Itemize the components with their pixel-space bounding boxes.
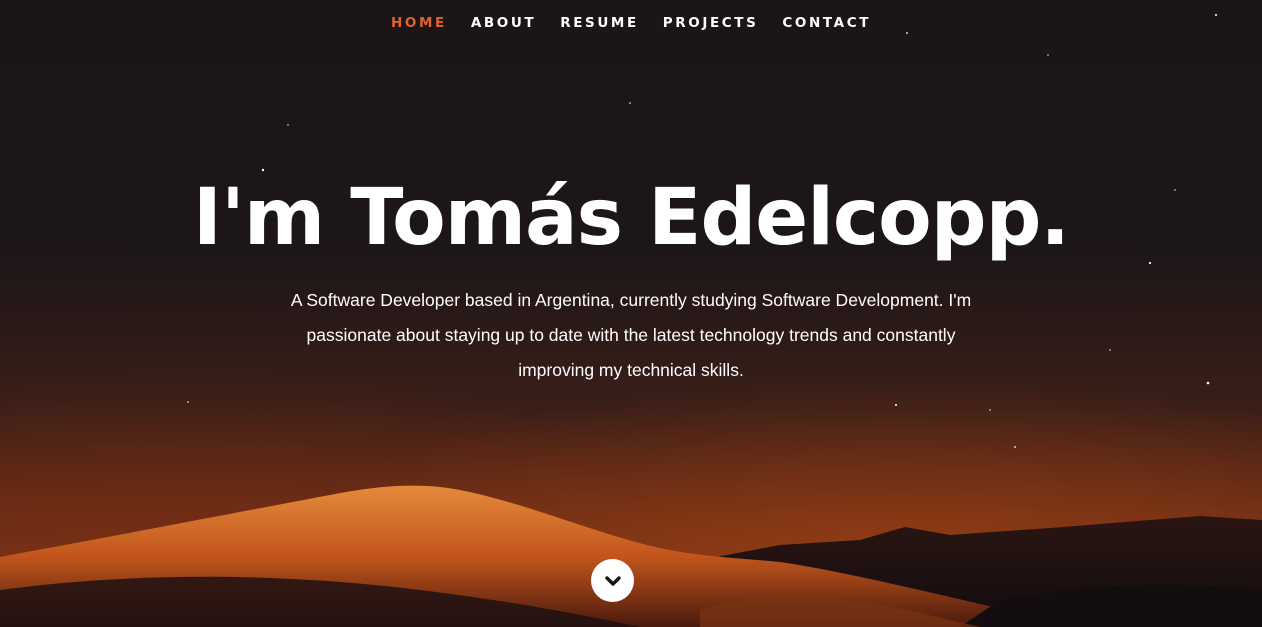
- nav-projects[interactable]: PROJECTS: [663, 12, 759, 34]
- scroll-down-button[interactable]: [591, 559, 634, 602]
- nav-resume[interactable]: RESUME: [560, 12, 639, 34]
- main-nav: HOME ABOUT RESUME PROJECTS CONTACT: [0, 12, 1262, 34]
- nav-home[interactable]: HOME: [391, 12, 447, 34]
- nav-contact[interactable]: CONTACT: [782, 12, 871, 34]
- hero-description: A Software Developer based in Argentina,…: [290, 290, 972, 380]
- hero-section: HOME ABOUT RESUME PROJECTS CONTACT I'm T…: [0, 0, 1262, 627]
- chevron-down-icon: [604, 575, 621, 586]
- hero-title: I'm Tomás Edelcopp.: [192, 173, 1070, 263]
- nav-about[interactable]: ABOUT: [471, 12, 536, 34]
